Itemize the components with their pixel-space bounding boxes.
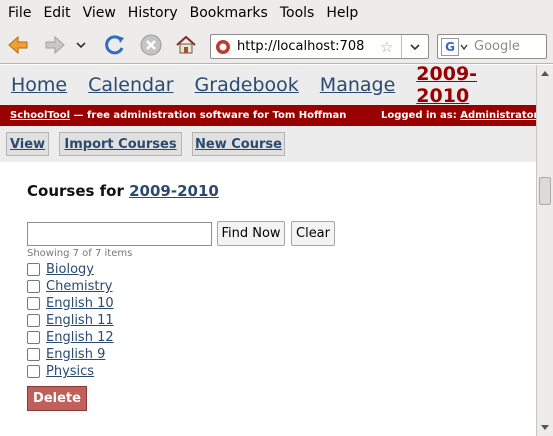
user-link[interactable]: Administrator,: [460, 110, 536, 121]
login-status: Logged in as: Administrator,: [381, 105, 536, 126]
course-checkbox[interactable]: [27, 263, 40, 276]
navigation-toolbar: http://localhost:7080/ ☆ G Google: [0, 26, 553, 64]
url-text[interactable]: http://localhost:7080/: [237, 39, 365, 54]
nav-manage[interactable]: Manage: [320, 74, 395, 96]
heading-prefix: Courses for: [27, 182, 130, 200]
menu-edit[interactable]: Edit: [37, 5, 76, 21]
page-content: Home Calendar Gradebook Manage 2009-2010…: [0, 65, 536, 436]
menu-tools[interactable]: Tools: [274, 5, 321, 21]
chevron-down-icon: [460, 44, 468, 50]
course-link[interactable]: Biology: [46, 262, 94, 277]
site-identity-icon[interactable]: [215, 39, 231, 55]
course-checkbox[interactable]: [27, 365, 40, 378]
menu-history[interactable]: History: [122, 5, 184, 21]
nav-gradebook[interactable]: Gradebook: [195, 74, 299, 96]
scroll-up-button[interactable]: [537, 65, 553, 81]
action-bar: View Import Courses New Course: [0, 126, 536, 162]
course-checkbox[interactable]: [27, 348, 40, 361]
course-row: English 9: [27, 346, 105, 363]
bookmark-star-icon[interactable]: ☆: [380, 38, 393, 56]
find-now-button[interactable]: Find Now: [217, 221, 285, 246]
scroll-thumb[interactable]: [539, 177, 551, 205]
scroll-down-button[interactable]: [537, 420, 553, 436]
home-icon: [176, 35, 196, 54]
course-checkbox[interactable]: [27, 314, 40, 327]
course-link[interactable]: Chemistry: [46, 279, 113, 294]
header-banner: SchoolTool — free administration softwar…: [0, 105, 536, 126]
course-link[interactable]: English 12: [46, 330, 114, 345]
reload-icon: [105, 35, 124, 55]
school-year-link[interactable]: 2009-2010: [129, 182, 219, 200]
course-row: Chemistry: [27, 278, 113, 295]
view-button[interactable]: View: [6, 132, 49, 156]
course-link[interactable]: English 10: [46, 296, 114, 311]
favicon-icon: [216, 39, 230, 54]
banner-tagline: — free administration software for Tom H…: [70, 110, 347, 121]
site-navigation: Home Calendar Gradebook Manage 2009-2010: [0, 65, 536, 107]
menu-bookmarks[interactable]: Bookmarks: [184, 5, 274, 21]
search-input[interactable]: Google: [474, 39, 520, 54]
course-checkbox[interactable]: [27, 297, 40, 310]
url-bar[interactable]: http://localhost:7080/ ☆: [210, 34, 429, 59]
page-title: Courses for 2009-2010: [27, 182, 219, 200]
logged-in-label: Logged in as:: [381, 110, 461, 121]
stop-button[interactable]: [138, 33, 164, 57]
nav-home[interactable]: Home: [11, 74, 67, 96]
import-courses-button[interactable]: Import Courses: [59, 132, 182, 156]
home-button[interactable]: [173, 33, 199, 57]
new-course-button[interactable]: New Course: [192, 132, 285, 156]
course-row: Biology: [27, 261, 94, 278]
reload-button[interactable]: [102, 33, 128, 57]
arrow-down-icon: [541, 425, 549, 430]
course-row: English 10: [27, 295, 114, 312]
search-input[interactable]: [27, 222, 212, 246]
stop-icon: [140, 34, 162, 56]
item-count: Showing 7 of 7 items: [27, 248, 133, 259]
search-engine-button[interactable]: G: [441, 37, 459, 56]
course-row: Physics: [27, 363, 94, 380]
search-box[interactable]: G Google: [437, 34, 547, 59]
menu-help[interactable]: Help: [320, 5, 364, 21]
nav-school-year[interactable]: 2009-2010: [416, 65, 515, 107]
back-button[interactable]: [5, 33, 31, 57]
clear-button[interactable]: Clear: [291, 221, 335, 246]
url-dropdown-button[interactable]: [401, 35, 427, 58]
course-link[interactable]: English 11: [46, 313, 114, 328]
course-checkbox[interactable]: [27, 280, 40, 293]
forward-arrow-icon: [45, 35, 65, 55]
forward-button[interactable]: [42, 33, 68, 57]
vertical-scrollbar[interactable]: [536, 65, 553, 436]
menu-file[interactable]: File: [2, 5, 37, 21]
course-link[interactable]: Physics: [46, 364, 94, 379]
history-dropdown-button[interactable]: [73, 33, 89, 57]
chevron-down-icon: [76, 42, 86, 49]
schooltool-link[interactable]: SchoolTool: [10, 110, 70, 121]
menu-bar: File Edit View History Bookmarks Tools H…: [0, 0, 553, 26]
back-arrow-icon: [8, 35, 28, 55]
course-row: English 12: [27, 329, 114, 346]
course-checkbox[interactable]: [27, 331, 40, 344]
arrow-up-icon: [541, 71, 549, 76]
chevron-down-icon: [409, 43, 420, 50]
course-row: English 11: [27, 312, 114, 329]
nav-calendar[interactable]: Calendar: [88, 74, 173, 96]
menu-view[interactable]: View: [77, 5, 122, 21]
course-link[interactable]: English 9: [46, 347, 105, 362]
delete-button[interactable]: Delete: [27, 386, 87, 411]
